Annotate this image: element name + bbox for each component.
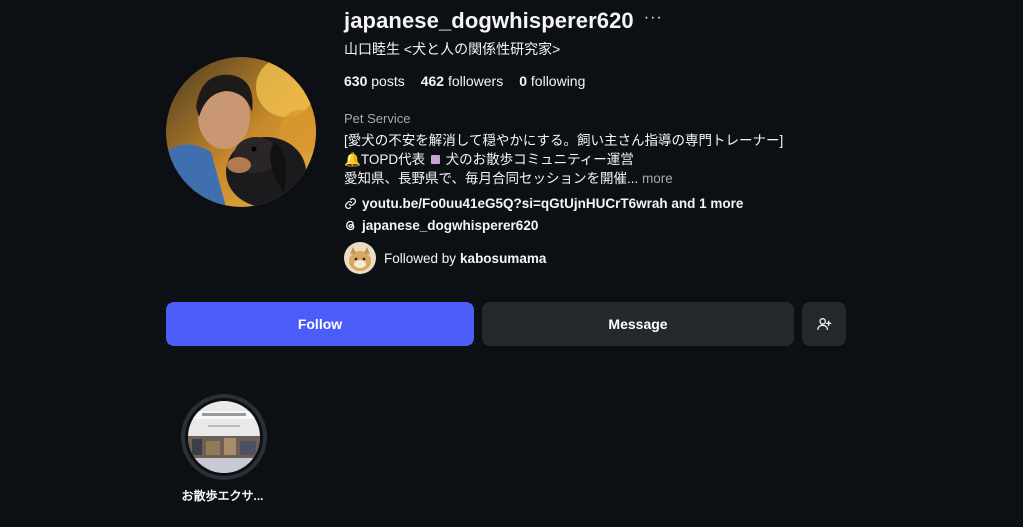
follower-avatar [344,242,376,274]
threads-icon [346,220,355,231]
following-count: 0 [519,73,528,89]
profile-info: japanese_dogwhisperer620 ··· 山口睦生 <犬と人の関… [344,8,904,235]
posts-label: posts [371,73,405,89]
external-link[interactable]: youtu.be/Fo0uu41eG5Q?si=qGtUjnHUCrT6wrah… [344,194,904,213]
highlight-ring [181,394,267,480]
bio-line-1: [愛犬の不安を解消して穏やかにする。飼い主さん指導の専門トレーナー] [344,133,784,148]
profile-stats: 630 posts 462 followers 0 following [344,73,904,89]
profile-username: japanese_dogwhisperer620 [344,8,634,33]
bio-line-2-b: 犬のお散歩コミュニティー運営 [445,152,634,167]
story-highlight[interactable]: お散歩エクサ... [181,394,267,504]
link-icon [345,198,356,209]
posts-stat: 630 posts [344,73,405,89]
square-icon [430,155,440,164]
more-options-icon[interactable]: ··· [644,9,663,27]
bio-line-2: 🔔TOPD代表 犬のお散歩コミュニティー運営 [344,150,904,169]
profile-category: Pet Service [344,111,411,126]
suggested-users-button[interactable] [802,302,846,346]
followers-label: followers [447,73,504,89]
threads-link[interactable]: japanese_dogwhisperer620 [344,216,904,235]
profile-full-name: 山口睦生 <犬と人の関係性研究家> [344,41,561,57]
bell-icon: 🔔 [344,152,361,167]
highlight-label: お散歩エクサ... [181,489,264,503]
followers-count: 462 [420,73,445,89]
add-user-icon [817,318,832,330]
threads-link-text: japanese_dogwhisperer620 [362,218,539,233]
follow-button[interactable]: Follow [166,302,474,346]
bio-line-3: 愛知県、長野県で、毎月合同セッションを開催... more [344,169,904,188]
profile-header-row: japanese_dogwhisperer620 ··· [344,8,904,34]
bio-line-2-a: TOPD代表 [360,152,426,167]
following-stat[interactable]: 0 following [519,73,585,89]
message-button[interactable]: Message [482,302,794,346]
bio-line-3-text: 愛知県、長野県で、毎月合同セッションを開催... [344,171,639,186]
bio-more-link[interactable]: more [642,171,673,186]
highlight-inner [185,398,263,476]
profile-bio: [愛犬の不安を解消して穏やかにする。飼い主さん指導の専門トレーナー] 🔔TOPD… [344,131,904,188]
followers-stat[interactable]: 462 followers [421,73,504,89]
highlight-cover [188,401,260,473]
followed-by[interactable]: Followed by kabosumama [344,242,546,274]
posts-count: 630 [344,73,368,89]
profile-avatar[interactable] [166,57,316,207]
external-link-text: youtu.be/Fo0uu41eG5Q?si=qGtUjnHUCrT6wrah… [362,196,744,211]
following-label: following [530,73,586,89]
followed-by-prefix: Followed by [384,250,457,266]
followed-by-name[interactable]: kabosumama [460,251,546,266]
